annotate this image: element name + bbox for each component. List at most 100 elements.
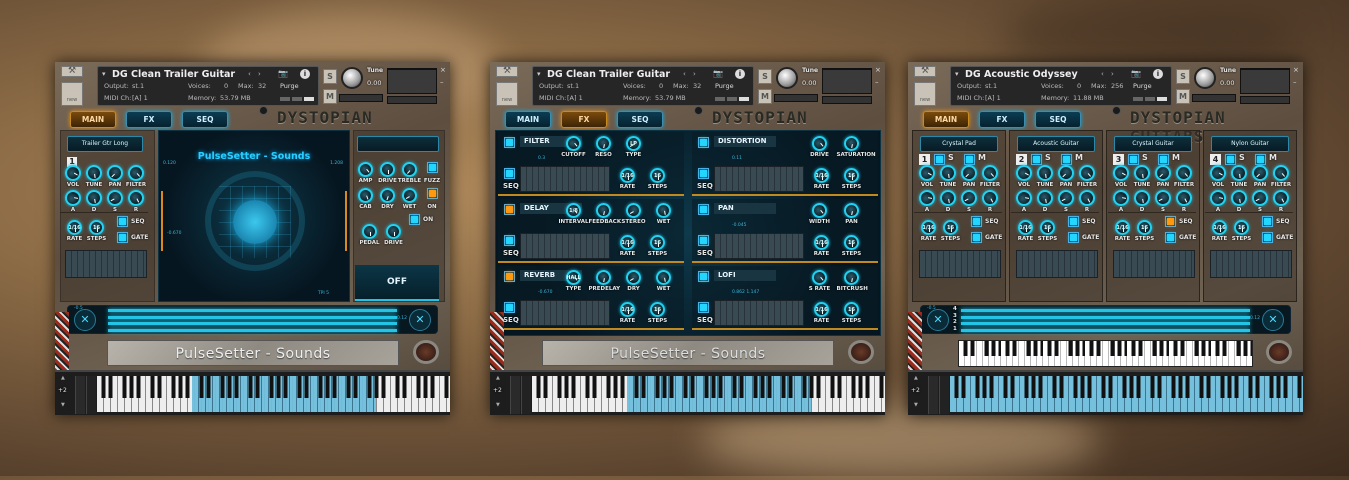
gate-toggle[interactable] — [971, 232, 982, 243]
step-sequencer-grid[interactable] — [1113, 250, 1195, 278]
layer-solo-toggle[interactable] — [934, 154, 945, 165]
new-button[interactable]: new — [61, 82, 83, 106]
knob-rate[interactable]: 1/16 — [814, 168, 829, 183]
randomize-right-button[interactable]: ✕ — [1262, 309, 1284, 331]
info-icon[interactable]: i — [300, 69, 310, 79]
knob-drive[interactable] — [386, 224, 401, 239]
step-sequencer-grid[interactable] — [65, 250, 147, 278]
tab-fx[interactable]: FX — [561, 111, 607, 128]
octave-down-icon[interactable]: ▼ — [914, 402, 918, 408]
knob-feedback[interactable] — [594, 201, 613, 220]
tab-seq[interactable]: SEQ — [617, 111, 663, 128]
new-button[interactable]: new — [914, 82, 936, 106]
volume-slider[interactable] — [1240, 96, 1290, 104]
close-icon[interactable]: × — [440, 66, 446, 74]
gate-toggle[interactable] — [1262, 232, 1273, 243]
layer-mute-toggle[interactable] — [1061, 154, 1072, 165]
layer-bar[interactable] — [961, 322, 1250, 325]
knob-pan[interactable] — [842, 201, 861, 220]
mute-button[interactable]: M — [758, 89, 772, 104]
knob-reso[interactable] — [594, 134, 613, 153]
layer-bar[interactable] — [108, 328, 397, 332]
pan-slider[interactable] — [774, 94, 818, 102]
knob-steps[interactable]: 16 — [650, 235, 665, 250]
knob-rate[interactable]: 1/16 — [1018, 220, 1033, 235]
pedal-on-toggle[interactable] — [409, 214, 420, 225]
knob-rate[interactable]: 1/16 — [814, 302, 829, 317]
knob-rate[interactable]: 1/16 — [814, 235, 829, 250]
minimize-icon[interactable]: – — [875, 78, 879, 86]
layer-mute-toggle[interactable] — [964, 154, 975, 165]
solo-button[interactable]: S — [758, 69, 772, 84]
layer-solo-toggle[interactable] — [1225, 154, 1236, 165]
new-button[interactable]: new — [496, 82, 518, 106]
purge-dropdown[interactable]: Purge — [1133, 82, 1152, 90]
knob-steps[interactable]: 16 — [650, 168, 665, 183]
knob-rate[interactable]: 1/16 — [921, 220, 936, 235]
tune-knob[interactable] — [776, 67, 798, 89]
knob-predelay[interactable] — [594, 268, 613, 287]
fx-enable-toggle[interactable] — [504, 271, 515, 282]
tune-knob[interactable] — [1194, 67, 1216, 89]
pan-slider[interactable] — [339, 94, 383, 102]
mod-wheel[interactable] — [939, 376, 949, 414]
fx-step-grid[interactable] — [714, 233, 804, 259]
knob-steps[interactable]: 16 — [844, 235, 859, 250]
layer-preset-name[interactable]: Nylon Guitar — [1211, 136, 1289, 152]
tuner-icon[interactable] — [259, 106, 268, 115]
knob-saturation[interactable] — [842, 134, 861, 153]
off-button[interactable]: OFF — [355, 265, 439, 301]
piano-keyboard[interactable] — [97, 376, 450, 412]
fx-seq-toggle[interactable] — [504, 168, 515, 179]
close-icon[interactable]: × — [875, 66, 881, 74]
fx-seq-toggle[interactable] — [698, 235, 709, 246]
camera-icon[interactable]: 📷 — [278, 69, 288, 78]
layer-bar[interactable] — [961, 328, 1250, 332]
tune-knob[interactable] — [341, 67, 363, 89]
tab-main[interactable]: MAIN — [923, 111, 969, 128]
knob-steps[interactable]: 16 — [1040, 220, 1055, 235]
mute-button[interactable]: M — [1176, 89, 1190, 104]
fx-enable-toggle[interactable] — [698, 137, 709, 148]
knob-steps[interactable]: 16 — [1137, 220, 1152, 235]
instrument-name[interactable]: DG Clean Trailer Guitar — [547, 69, 670, 80]
fx-seq-toggle[interactable] — [698, 302, 709, 313]
knob-steps[interactable]: 16 — [650, 302, 665, 317]
mute-button[interactable]: M — [323, 89, 337, 104]
layer-keyboard[interactable] — [958, 340, 1253, 367]
fx-enable-toggle[interactable] — [698, 204, 709, 215]
knob-steps[interactable]: 16 — [844, 302, 859, 317]
tab-fx[interactable]: FX — [126, 111, 172, 128]
tab-fx[interactable]: FX — [979, 111, 1025, 128]
camera-icon[interactable]: 📷 — [1131, 69, 1141, 78]
pitch-wheel[interactable] — [510, 376, 520, 414]
amp-on-toggle[interactable] — [427, 188, 438, 199]
gate-toggle[interactable] — [117, 232, 128, 243]
prev-instrument-icon[interactable]: ‹ — [248, 70, 251, 78]
layer-mute-toggle[interactable] — [1255, 154, 1266, 165]
tab-main[interactable]: MAIN — [70, 111, 116, 128]
layer-bar[interactable] — [108, 322, 397, 325]
wrench-icon[interactable]: ⚒ — [496, 66, 518, 77]
knob-wet[interactable] — [654, 201, 673, 220]
seq-toggle[interactable] — [1165, 216, 1176, 227]
knob-steps[interactable]: 16 — [89, 220, 104, 235]
minimize-icon[interactable]: – — [440, 78, 444, 86]
layer-bar[interactable] — [108, 315, 397, 319]
octave-up-icon[interactable]: ▲ — [61, 375, 65, 381]
fx-seq-toggle[interactable] — [504, 302, 515, 313]
octave-down-icon[interactable]: ▼ — [496, 402, 500, 408]
layer-solo-toggle[interactable] — [1031, 154, 1042, 165]
camera-icon[interactable]: 📷 — [713, 69, 723, 78]
seq-toggle[interactable] — [1262, 216, 1273, 227]
octave-down-icon[interactable]: ▼ — [61, 402, 65, 408]
info-icon[interactable]: i — [735, 69, 745, 79]
next-instrument-icon[interactable]: › — [693, 70, 696, 78]
layer-preset-name[interactable]: Crystal Pad — [920, 136, 998, 152]
prev-instrument-icon[interactable]: ‹ — [1101, 70, 1104, 78]
fx-enable-toggle[interactable] — [504, 137, 515, 148]
mod-wheel[interactable] — [86, 376, 96, 414]
close-icon[interactable]: × — [1293, 66, 1299, 74]
pan-slider[interactable] — [1192, 94, 1236, 102]
volume-slider[interactable] — [822, 96, 872, 104]
